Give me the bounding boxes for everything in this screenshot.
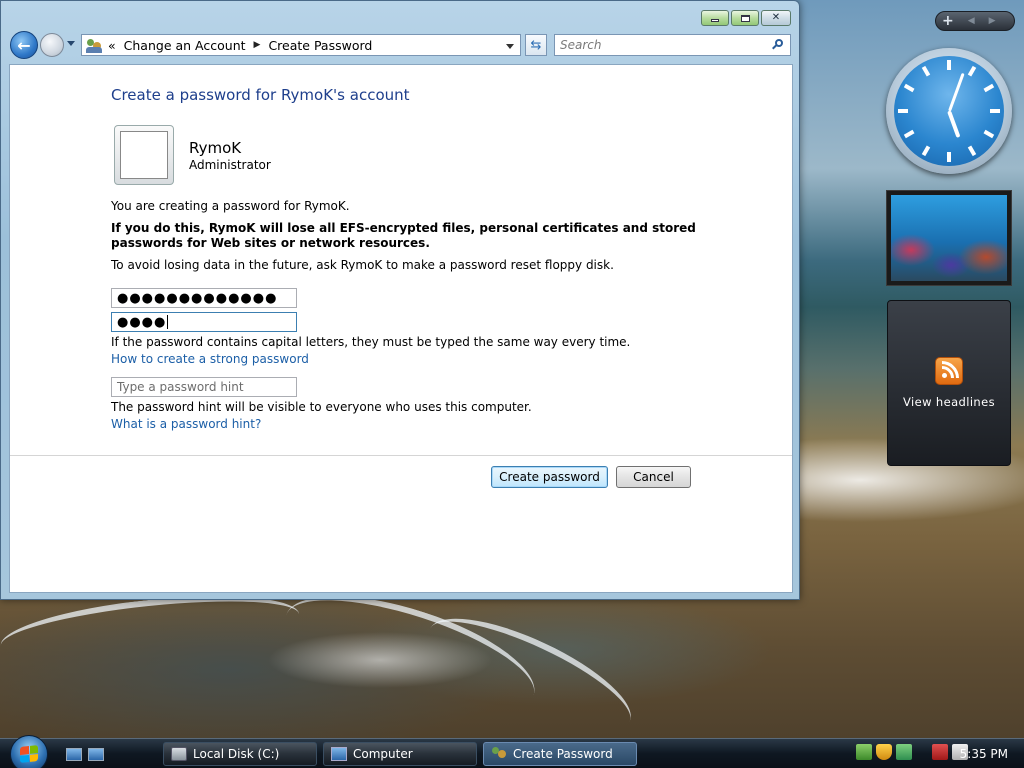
feed-headlines-gadget[interactable]: View headlines	[887, 300, 1011, 466]
windows-logo-icon	[20, 745, 38, 763]
taskbar-item-local-disk[interactable]: Local Disk (C:)	[163, 742, 317, 766]
clock-tick	[921, 145, 931, 157]
clock-tick	[903, 83, 915, 93]
password-hint-link[interactable]: What is a password hint?	[111, 417, 261, 431]
taskbar-item-label: Local Disk (C:)	[193, 747, 280, 761]
close-button[interactable]: ✕	[761, 10, 791, 26]
address-dropdown-icon[interactable]	[506, 44, 514, 49]
warning-text: If you do this, RymoK will lose all EFS-…	[111, 221, 696, 250]
password-hint-field[interactable]: Type a password hint	[111, 377, 297, 397]
clock-tick	[967, 145, 977, 157]
next-page-icon[interactable]: ▶	[989, 16, 996, 26]
network-icon[interactable]	[856, 744, 872, 760]
user-name: RymoK	[189, 139, 242, 157]
clock-tick	[967, 65, 977, 77]
gadget-toolbar: + ◀ ▶	[935, 11, 1015, 31]
system-clock[interactable]: 5:35 PM	[960, 747, 1008, 761]
divider	[10, 455, 792, 456]
clock-tick	[898, 109, 908, 113]
users-icon	[491, 747, 507, 761]
taskbar: Local Disk (C:) Computer Create Password…	[0, 735, 1024, 768]
breadcrumb-change-account[interactable]: Change an Account	[124, 38, 246, 53]
windows-update-icon[interactable]	[896, 744, 912, 760]
slideshow-gadget[interactable]	[886, 190, 1012, 286]
back-button[interactable]: ←	[10, 31, 38, 59]
drive-icon	[171, 747, 187, 761]
avatar	[114, 125, 174, 185]
hint-visibility-note: The password hint will be visible to eve…	[111, 400, 532, 414]
back-arrow-icon: ←	[17, 35, 31, 55]
clock-minute-hand	[948, 72, 965, 112]
clock-hour-hand	[947, 110, 961, 138]
page-title: Create a password for RymoK's account	[111, 86, 410, 104]
breadcrumb-overflow[interactable]: «	[108, 38, 116, 53]
rss-dot	[942, 373, 947, 378]
search-input[interactable]: Search	[554, 34, 791, 56]
breadcrumb-create-password[interactable]: Create Password	[268, 38, 372, 53]
start-button[interactable]	[10, 735, 48, 768]
show-desktop-icon[interactable]	[66, 748, 82, 761]
recent-pages-dropdown-icon[interactable]	[67, 41, 75, 46]
taskbar-item-label: Computer	[353, 747, 413, 761]
create-password-window: ✕ ← « Change an Account ▶ Create Passwor…	[0, 0, 800, 600]
create-password-button[interactable]: Create password	[491, 466, 608, 488]
close-icon: ✕	[771, 12, 781, 23]
taskbar-item-create-password[interactable]: Create Password	[483, 742, 637, 766]
confirm-password-field[interactable]: ●●●●	[111, 312, 297, 332]
clock-tick	[947, 60, 951, 70]
maximize-icon	[740, 14, 750, 22]
address-bar[interactable]: « Change an Account ▶ Create Password	[81, 34, 521, 56]
capital-letters-note: If the password contains capital letters…	[111, 335, 631, 349]
add-gadget-button[interactable]: +	[942, 13, 954, 29]
slideshow-image	[891, 195, 1007, 281]
notification-area	[856, 744, 968, 760]
new-password-field[interactable]: ●●●●●●●●●●●●●	[111, 288, 297, 308]
password-hint-placeholder: Type a password hint	[117, 380, 244, 394]
avatar-picture	[120, 131, 168, 179]
search-icon[interactable]	[772, 39, 783, 50]
intro-text: You are creating a password for RymoK.	[111, 199, 350, 213]
clock-face	[894, 56, 1004, 166]
refresh-button[interactable]: ⇆	[525, 34, 547, 56]
clock-tick	[947, 152, 951, 162]
confirm-password-value: ●●●●	[117, 314, 167, 330]
connection-status-icon[interactable]	[932, 744, 948, 760]
clock-tick	[990, 109, 1000, 113]
minimize-icon	[711, 18, 719, 22]
minimize-button[interactable]	[701, 10, 729, 26]
rss-arc	[936, 358, 962, 384]
clock-tick	[903, 129, 915, 139]
rss-icon	[935, 357, 963, 385]
view-headlines-label[interactable]: View headlines	[903, 395, 995, 409]
security-shield-icon[interactable]	[876, 744, 892, 760]
maximize-button[interactable]	[731, 10, 759, 26]
user-accounts-icon	[86, 37, 102, 53]
advice-text: To avoid losing data in the future, ask …	[111, 258, 614, 272]
computer-icon	[331, 747, 347, 761]
strong-password-link[interactable]: How to create a strong password	[111, 352, 309, 366]
taskbar-item-label: Create Password	[513, 747, 613, 761]
breadcrumb-separator-icon[interactable]: ▶	[254, 40, 261, 50]
clock-tick	[983, 83, 995, 93]
caption-buttons: ✕	[701, 10, 791, 26]
previous-page-icon[interactable]: ◀	[968, 16, 975, 26]
text-caret	[167, 315, 169, 329]
forward-button[interactable]	[40, 33, 64, 57]
clock-gadget[interactable]	[886, 48, 1012, 174]
search-placeholder: Search	[560, 38, 602, 52]
clock-tick	[921, 65, 931, 77]
clock-tick	[983, 129, 995, 139]
refresh-icon: ⇆	[530, 37, 542, 53]
switch-windows-icon[interactable]	[88, 748, 104, 761]
cancel-button[interactable]: Cancel	[616, 466, 691, 488]
taskbar-item-computer[interactable]: Computer	[323, 742, 477, 766]
content-pane: Create a password for RymoK's account Ry…	[9, 64, 793, 593]
new-password-value: ●●●●●●●●●●●●●	[117, 290, 278, 306]
user-role: Administrator	[189, 158, 271, 172]
